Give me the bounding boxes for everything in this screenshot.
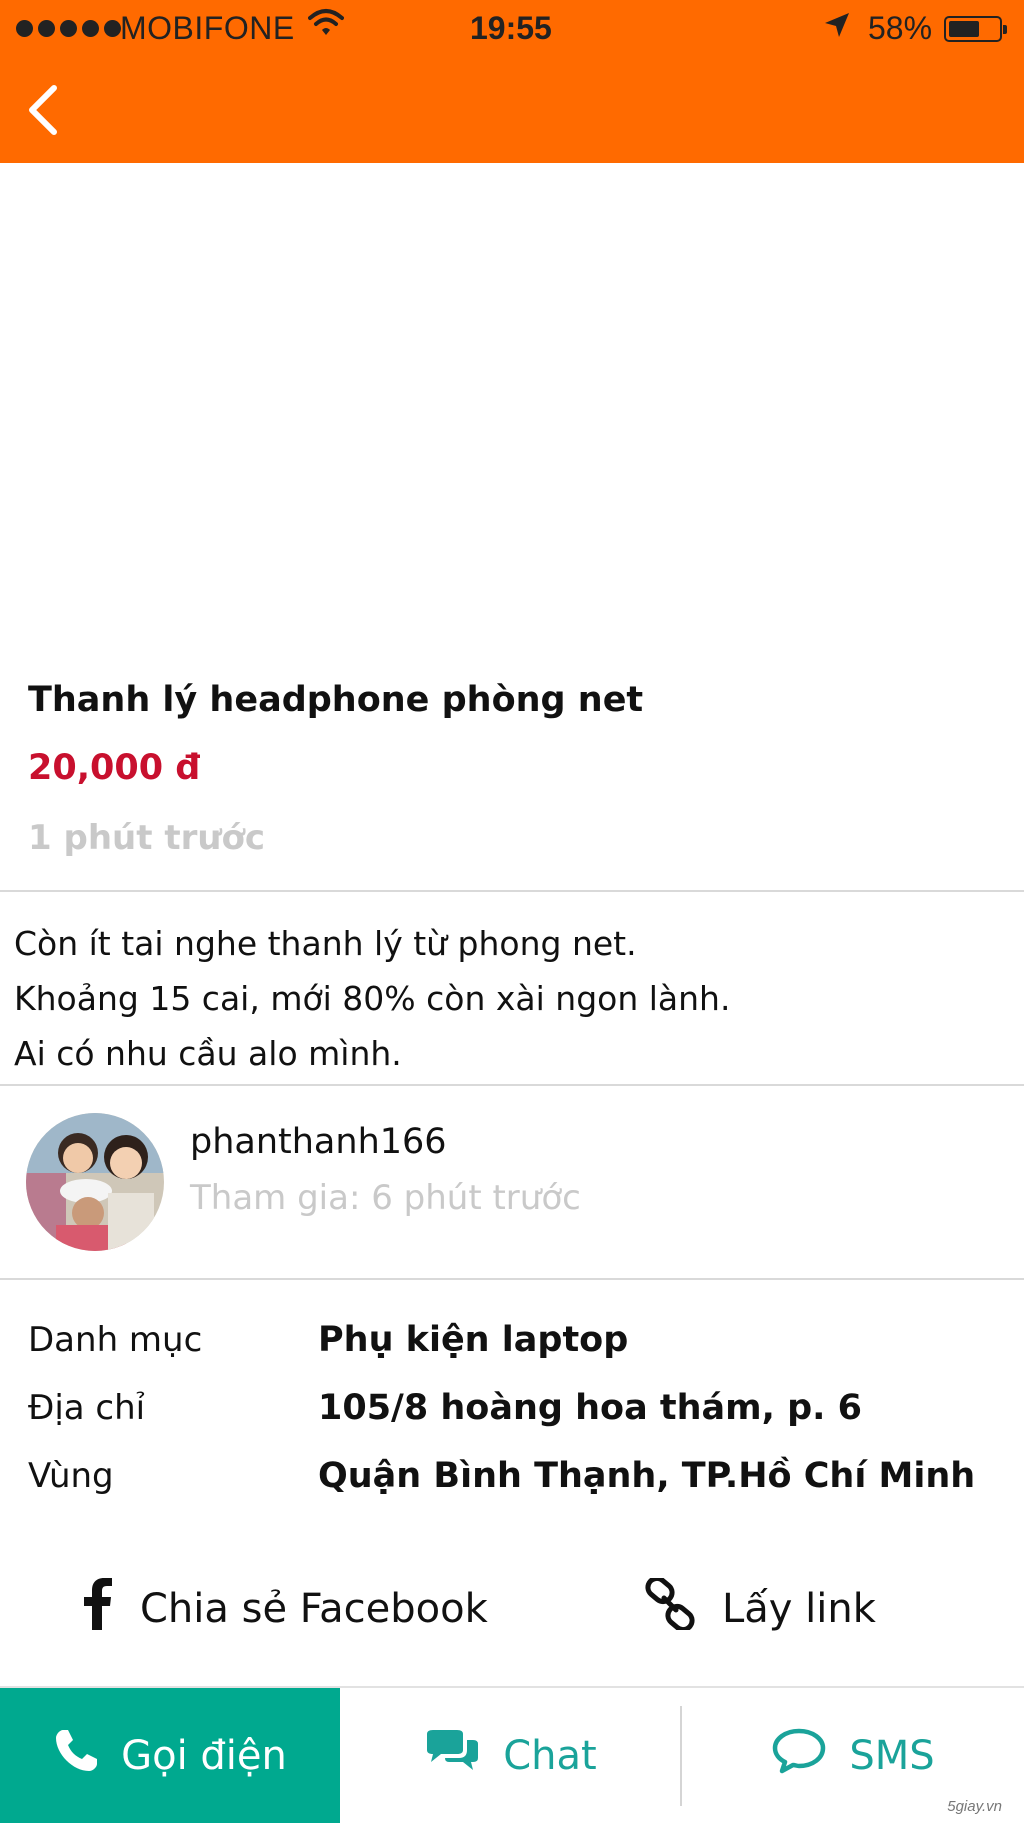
description-line: Khoảng 15 cai, mới 80% còn xài ngon lành…: [14, 979, 731, 1018]
description-line: Còn ít tai nghe thanh lý từ phong net.: [14, 924, 637, 963]
carrier-name: MOBIFONE: [120, 10, 295, 46]
share-facebook-label: Chia sẻ Facebook: [140, 1586, 488, 1632]
wifi-icon: [308, 8, 344, 46]
listing-description: Còn ít tai nghe thanh lý từ phong net. K…: [14, 916, 1004, 1081]
app-header: MOBIFONE 19:55 58%: [0, 0, 1024, 163]
copy-link-label: Lấy link: [722, 1586, 876, 1632]
sms-label: SMS: [849, 1732, 935, 1779]
call-label: Gọi điện: [121, 1732, 287, 1779]
phone-icon: [53, 1728, 99, 1784]
posted-time: 1 phút trước: [28, 818, 266, 858]
detail-value-region: Quận Bình Thạnh, TP.Hồ Chí Minh: [318, 1456, 976, 1496]
copy-link-button[interactable]: Lấy link: [644, 1575, 876, 1640]
status-bar: MOBIFONE 19:55 58%: [0, 0, 1024, 58]
chat-button[interactable]: Chat: [340, 1688, 680, 1823]
call-button[interactable]: Gọi điện: [0, 1688, 340, 1823]
facebook-icon: [82, 1578, 114, 1640]
listing-price: 20,000 đ: [28, 748, 201, 788]
divider: [0, 1278, 1024, 1280]
description-line: Ai có nhu cầu alo mình.: [14, 1034, 402, 1073]
battery-icon: [944, 16, 1007, 42]
detail-label-region: Vùng: [28, 1456, 114, 1496]
chat-label: Chat: [503, 1732, 597, 1779]
back-button[interactable]: [24, 80, 64, 140]
battery-percent: 58%: [868, 10, 933, 46]
seller-username[interactable]: phanthanh166: [190, 1122, 447, 1162]
listing-image-area[interactable]: [0, 163, 1024, 663]
divider: [0, 890, 1024, 892]
chat-bubbles-icon: [423, 1728, 481, 1784]
detail-label-address: Địa chỉ: [28, 1388, 146, 1428]
chevron-left-icon: [29, 85, 57, 135]
location-arrow-icon: [822, 10, 852, 48]
watermark: 5giay.vn: [947, 1798, 1002, 1815]
detail-value-category: Phụ kiện laptop: [318, 1320, 629, 1360]
bottom-action-bar: Gọi điện Chat SMS 5giay.vn: [0, 1686, 1024, 1823]
detail-value-address: 105/8 hoàng hoa thám, p. 6: [318, 1388, 862, 1428]
status-time: 19:55: [470, 10, 552, 46]
share-facebook-button[interactable]: Chia sẻ Facebook: [82, 1578, 488, 1640]
seller-joined: Tham gia: 6 phút trước: [190, 1178, 581, 1218]
divider: [0, 1084, 1024, 1086]
listing-title: Thanh lý headphone phòng net: [28, 680, 644, 720]
detail-label-category: Danh mục: [28, 1320, 203, 1360]
speech-bubble-icon: [771, 1727, 827, 1785]
avatar[interactable]: [26, 1113, 164, 1251]
link-icon: [644, 1575, 696, 1640]
signal-strength-icon: [16, 20, 121, 37]
